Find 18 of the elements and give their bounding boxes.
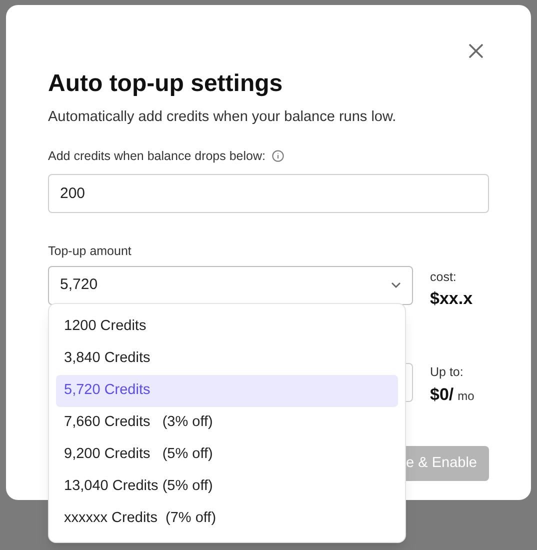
dialog-title: Auto top-up settings bbox=[48, 69, 284, 99]
limit-value: $0/ bbox=[430, 384, 454, 406]
dialog-subtitle: Automatically add credits when your balance runs low. bbox=[48, 108, 398, 127]
cost-label: cost: bbox=[430, 268, 458, 286]
field-label: Add credits when balance drops below: bbox=[48, 148, 266, 165]
close-icon[interactable] bbox=[466, 41, 486, 61]
info-icon[interactable] bbox=[272, 150, 284, 162]
dropdown-option[interactable]: 5,720 Credits bbox=[56, 375, 398, 407]
threshold-input[interactable]: 200 bbox=[48, 174, 489, 213]
dropdown-option[interactable]: 1200 Credits bbox=[56, 311, 398, 343]
dropdown-option[interactable]: 3,840 Credits bbox=[56, 343, 398, 375]
limit-label: Up to: bbox=[430, 364, 464, 381]
field-label: Top-up amount bbox=[48, 242, 132, 260]
dropdown-option[interactable]: 7,660 Credits (3% off) bbox=[56, 407, 398, 439]
cost-value: $xx.x bbox=[430, 288, 473, 310]
chevron-down-icon bbox=[391, 282, 401, 288]
dropdown-option[interactable]: xxxxxx Credits (7% off) bbox=[56, 503, 398, 535]
limit-unit: mo bbox=[458, 388, 474, 404]
